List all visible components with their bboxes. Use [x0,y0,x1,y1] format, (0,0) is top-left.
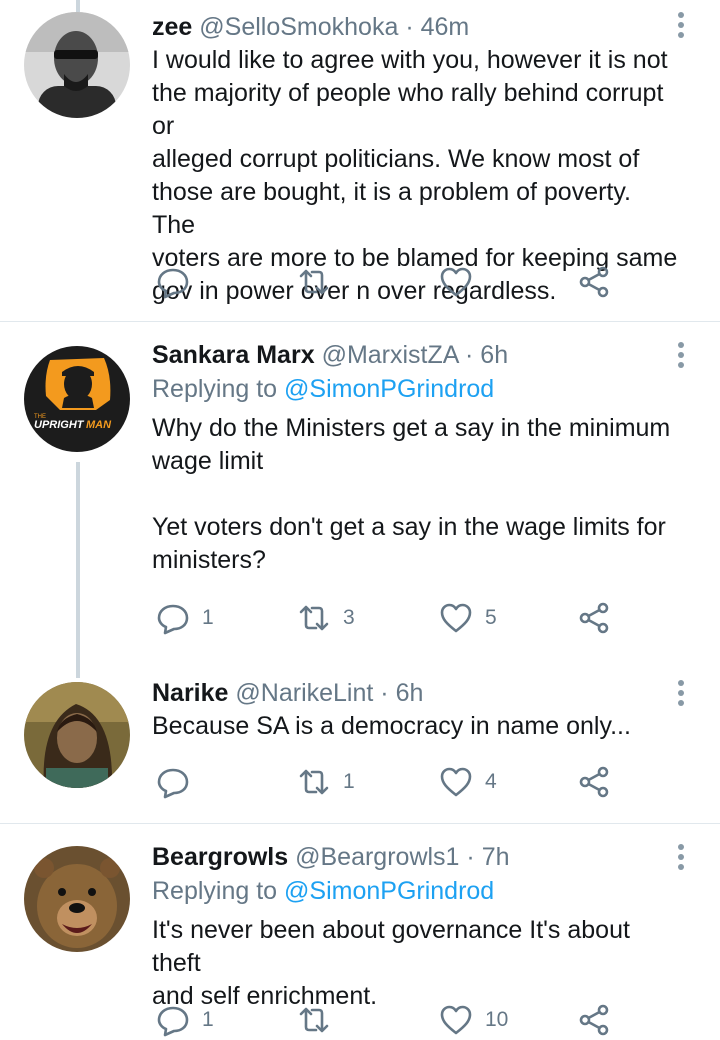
user-handle[interactable]: @SelloSmokhoka [199,13,398,41]
retweet-icon [299,605,329,631]
user-handle[interactable]: @MarxistZA [322,341,459,369]
mention-link[interactable]: @SimonPGrindrod [284,375,494,403]
share-icon [579,266,609,298]
retweet-icon [299,769,329,795]
tweet-text-line: alleged corrupt politicians. We know mos… [152,145,640,173]
tweet-text-line: I would like to agree with you, however … [152,46,668,74]
retweet-button[interactable] [297,1002,343,1038]
reply-icon [157,604,189,635]
tweet[interactable]: Narike @NarikeLint · 6h Because SA is a … [0,662,720,824]
like-count: 5 [485,606,497,629]
avatar[interactable] [24,846,130,952]
tweet[interactable]: Beargrowls @Beargrowls1 · 7h Replying to… [0,824,720,1040]
tweet-text-line: It's never been about governance It's ab… [152,916,630,977]
like-count: 10 [485,1008,509,1031]
display-name[interactable]: Beargrowls [152,843,288,871]
timestamp[interactable]: 7h [482,843,510,871]
tweet-actions: 1 3 5 [152,600,632,636]
display-name[interactable]: zee [152,13,192,41]
retweet-icon [299,1007,329,1033]
reply-button[interactable]: 1 [156,1002,214,1038]
separator-dot: · [405,13,414,41]
more-options-icon[interactable] [676,680,686,710]
retweet-button[interactable] [297,264,343,300]
tweet-text-line: Yet voters don't get a say in the wage l… [152,513,666,541]
reply-button[interactable] [156,264,202,300]
more-options-icon[interactable] [676,844,686,874]
tweet-text-line: those are bought, it is a problem of pov… [152,178,631,239]
retweet-count: 3 [343,606,355,629]
reply-button[interactable] [156,764,202,800]
tweet-text: It's never been about governance It's ab… [152,914,680,1013]
share-button[interactable] [577,1002,611,1038]
replying-to-label: Replying to [152,877,278,905]
like-button[interactable]: 10 [439,1002,508,1038]
avatar-logo-text: MAN [86,419,112,431]
like-count: 4 [485,770,497,793]
tweet-text: Because SA is a democracy in name only..… [152,710,680,743]
timestamp[interactable]: 6h [480,341,508,369]
user-handle[interactable]: @NarikeLint [235,679,373,707]
heart-icon [440,1005,472,1035]
tweet-header: Sankara Marx @MarxistZA · 6h [152,338,680,372]
like-button[interactable] [439,264,485,300]
tweet-text-line: Why do the Ministers get a say in the mi… [152,414,671,442]
tweet-text-line: ministers? [152,546,266,574]
separator-dot: · [465,341,474,369]
tweet-actions [152,264,632,300]
avatar[interactable] [24,682,130,788]
reply-icon [157,1006,189,1037]
display-name[interactable]: Sankara Marx [152,341,315,369]
heart-icon [440,767,472,797]
more-options-icon[interactable] [676,342,686,372]
mention-link[interactable]: @SimonPGrindrod [284,877,494,905]
like-button[interactable]: 4 [439,764,497,800]
retweet-icon [299,269,329,295]
tweet-text: Why do the Ministers get a say in the mi… [152,412,680,577]
tweet-text-line: wage limit [152,447,264,475]
share-button[interactable] [577,600,611,636]
share-icon [579,602,609,634]
more-options-icon[interactable] [676,12,686,42]
reply-icon [157,768,189,799]
separator-dot: · [380,679,389,707]
separator-dot: · [466,843,475,871]
like-button[interactable]: 5 [439,600,497,636]
tweet-actions: 1 4 [152,764,632,800]
reply-count: 1 [202,606,214,629]
tweet-header: zee @SelloSmokhoka · 46m [152,10,680,44]
tweet[interactable]: zee @SelloSmokhoka · 46m I would like to… [0,0,720,322]
share-button[interactable] [577,264,611,300]
timestamp[interactable]: 6h [396,679,424,707]
replying-to-label: Replying to [152,375,278,403]
avatar[interactable]: THE UPRIGHT MAN [24,346,130,452]
retweet-count: 1 [343,770,355,793]
timestamp[interactable]: 46m [421,13,470,41]
display-name[interactable]: Narike [152,679,228,707]
tweet-header: Narike @NarikeLint · 6h [152,676,680,710]
share-icon [579,1004,609,1036]
tweet-header: Beargrowls @Beargrowls1 · 7h [152,840,680,874]
replying-to: Replying to @SimonPGrindrod [152,874,680,908]
reply-count: 1 [202,1008,214,1031]
tweet-text-line: Because SA is a democracy in name only..… [152,712,631,740]
tweet[interactable]: THE UPRIGHT MAN Sankara Marx @MarxistZA … [0,322,720,662]
heart-icon [440,267,472,297]
user-handle[interactable]: @Beargrowls1 [295,843,459,871]
retweet-button[interactable]: 3 [297,600,355,636]
tweet-actions: 1 10 [152,1002,632,1038]
reply-icon [157,268,189,299]
share-button[interactable] [577,764,611,800]
avatar[interactable] [24,12,130,118]
replying-to: Replying to @SimonPGrindrod [152,372,680,406]
avatar-logo-text: UPRIGHT [34,419,85,431]
retweet-button[interactable]: 1 [297,764,355,800]
heart-icon [440,603,472,633]
share-icon [579,766,609,798]
reply-button[interactable]: 1 [156,600,214,636]
tweet-text-line: the majority of people who rally behind … [152,79,664,140]
